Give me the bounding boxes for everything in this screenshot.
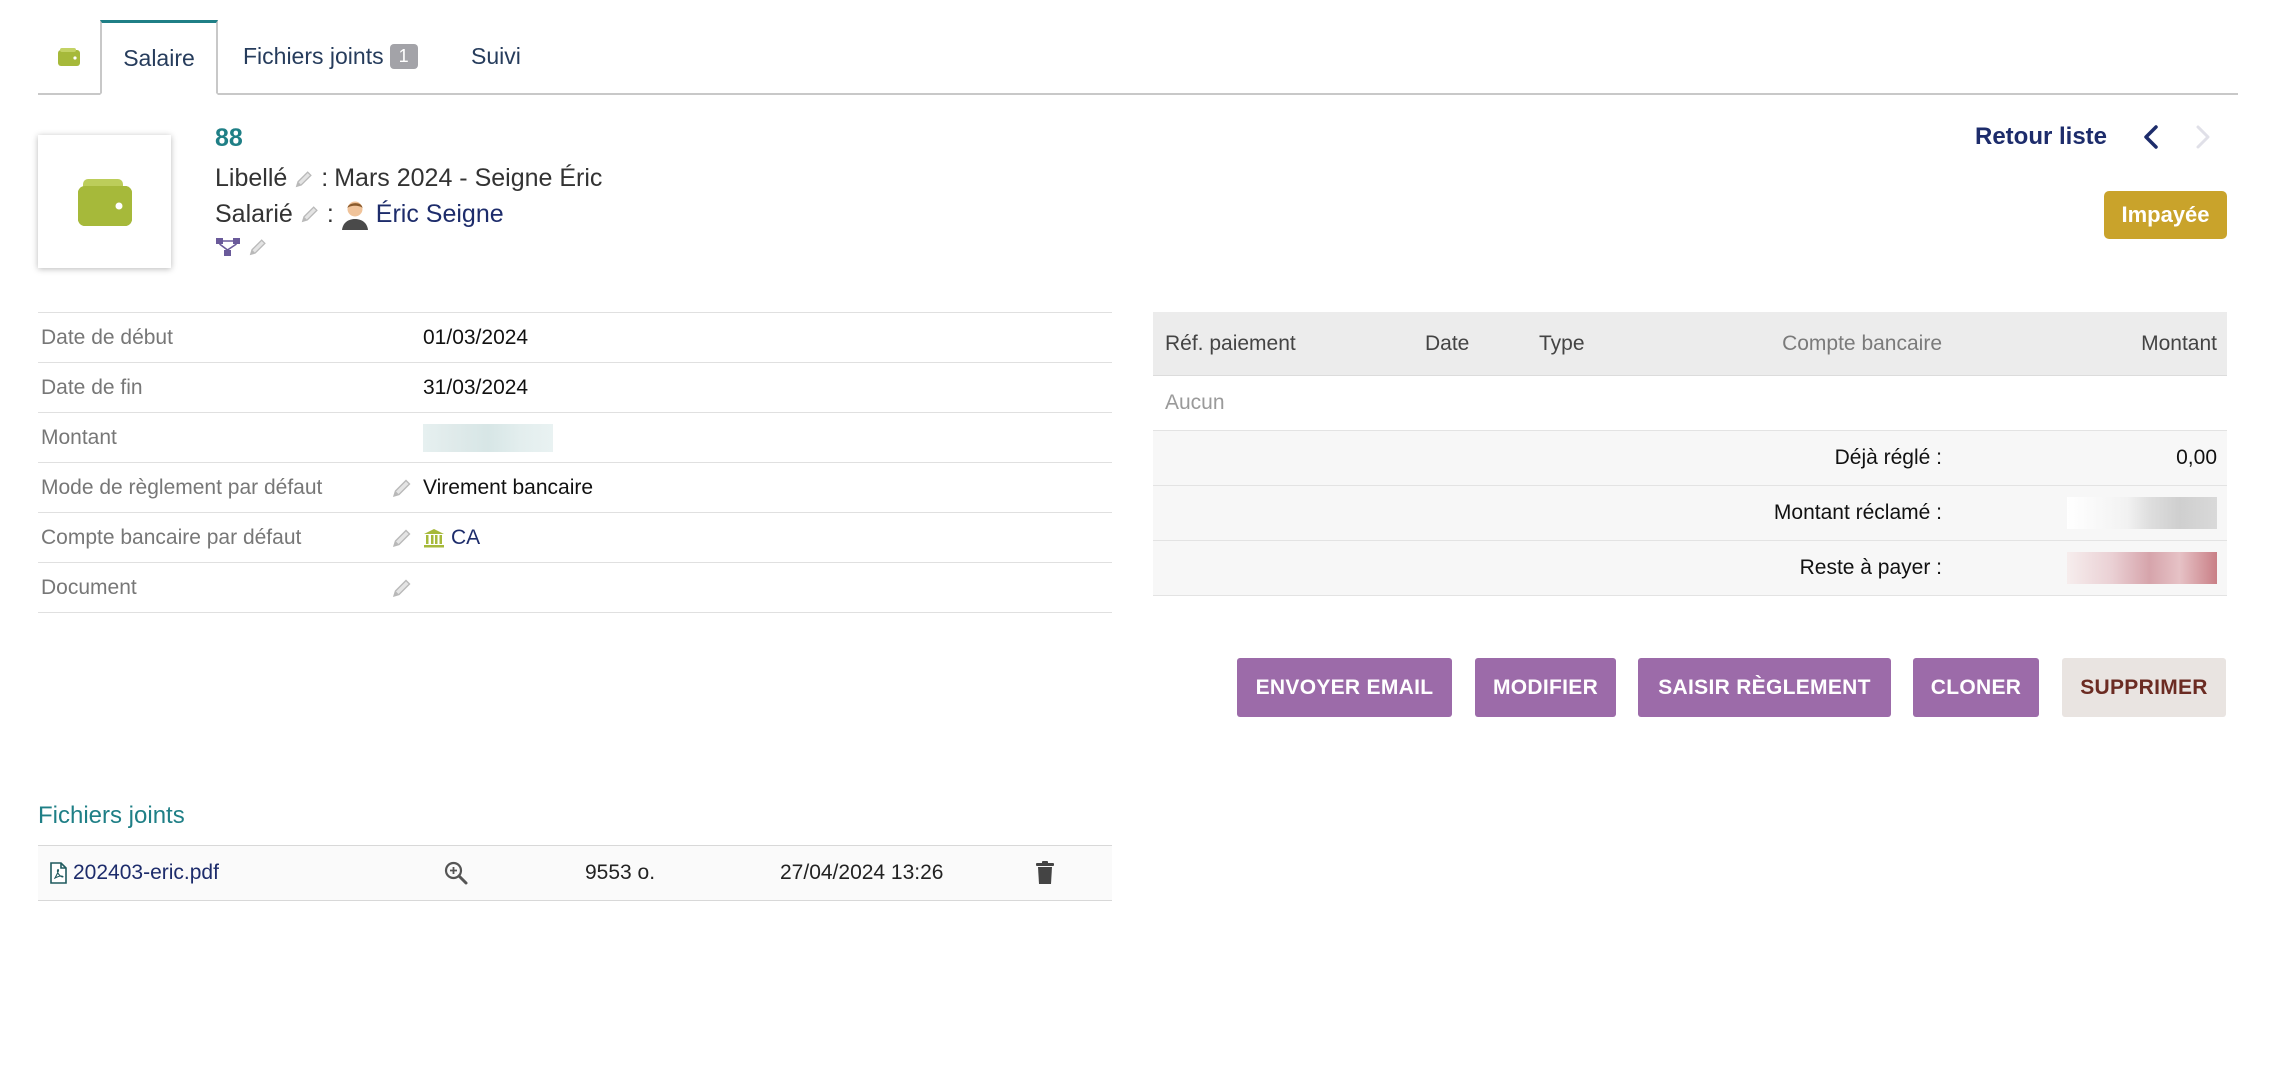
enter-payment-button[interactable]: SAISIR RÈGLEMENT [1638,658,1891,717]
bank-icon [424,528,444,547]
chevron-right-icon [2196,125,2210,149]
field-label: Document [41,575,137,599]
already-paid-row: Déjà réglé : 0,00 [1153,431,2227,486]
field-label: Mode de règlement par défaut [41,475,323,499]
tab-attachments[interactable]: Fichiers joints 1 [243,20,418,93]
already-paid-value: 0,00 [2176,446,2217,469]
attachment-date: 27/04/2024 13:26 [780,861,944,884]
employee-separator: : [326,199,334,228]
pencil-icon[interactable] [247,236,269,258]
chevron-left-icon[interactable] [2135,120,2169,154]
label-value: Mars 2024 - Seigne Éric [334,164,603,192]
claimed-amount-row: Montant réclamé : [1153,486,2227,541]
field-value-blurred [423,423,553,452]
payments-header: Réf. paiement Date Type Compte bancaire … [1153,312,2227,376]
tab-card-icon[interactable] [38,20,100,93]
field-label: Montant [41,425,117,449]
attachment-row: 202403-eric.pdf 9553 o. 27/04/2024 13:26 [38,845,1112,901]
employee-line: Salarié : Éric Seigne [215,198,504,230]
pencil-icon[interactable] [293,168,315,190]
salary-fields: Date de début 01/03/2024 Date de fin 31/… [38,312,1112,613]
field-label: Date de début [41,325,173,349]
zoom-icon[interactable] [443,860,469,886]
tab-attachments-label: Fichiers joints [243,43,384,69]
status-badge: Impayée [2104,191,2227,239]
tab-salary-label: Salaire [123,44,195,71]
attachment-file-name: 202403-eric.pdf [73,861,219,884]
field-row-amount: Montant [38,412,1112,462]
attachment-size: 9553 o. [585,861,656,884]
tab-bar: Salaire Fichiers joints 1 Suivi [38,20,2238,95]
hierarchy-line [215,236,269,258]
label-separator: : [321,164,329,192]
field-value-bank: CA [423,526,480,550]
field-row-end-date: Date de fin 31/03/2024 [38,362,1112,412]
tab-followup-label: Suivi [471,43,521,69]
send-email-button[interactable]: ENVOYER EMAIL [1237,658,1452,717]
delete-button[interactable]: SUPPRIMER [2062,658,2226,717]
col-bank-account: Compte bancaire [1782,331,1942,355]
pdf-file-icon [50,862,67,884]
modify-button[interactable]: MODIFIER [1475,658,1616,717]
already-paid-label: Déjà réglé : [1834,446,1942,469]
field-value: Virement bancaire [423,475,594,499]
remaining-row: Reste à payer : [1153,541,2227,596]
tab-followup[interactable]: Suivi [471,20,521,93]
label-line: Libellé : Mars 2024 - Seigne Éric [215,164,602,193]
bank-account-link[interactable]: CA [451,526,480,550]
field-value: 01/03/2024 [423,325,529,349]
employee-link[interactable]: Éric Seigne [376,200,504,229]
field-value: 31/03/2024 [423,375,529,399]
attachment-file[interactable]: 202403-eric.pdf [50,861,219,885]
field-row-payment-mode: Mode de règlement par défaut Virement ba… [38,462,1112,512]
field-label: Compte bancaire par défaut [41,525,302,549]
field-row-bank-account: Compte bancaire par défaut CA [38,512,1112,562]
back-to-list-link[interactable]: Retour liste [1975,123,2107,151]
payments-empty-text: Aucun [1165,391,1225,414]
pencil-icon[interactable] [390,526,414,550]
trash-icon[interactable] [1033,860,1057,886]
wallet-icon [77,178,132,226]
remaining-label: Reste à payer : [1799,556,1942,579]
attachments-title: Fichiers joints [38,802,185,829]
field-row-start-date: Date de début 01/03/2024 [38,312,1112,362]
hierarchy-icon[interactable] [215,236,241,258]
blurred-claimed-amount [2067,497,2217,529]
pencil-icon[interactable] [299,203,321,225]
payments-table: Réf. paiement Date Type Compte bancaire … [1153,312,2227,596]
record-ref: 88 [215,124,243,152]
field-label: Date de fin [41,375,143,399]
claimed-amount-label: Montant réclamé : [1773,501,1942,524]
pencil-icon[interactable] [390,576,414,600]
blurred-remaining-amount [2067,552,2217,584]
col-date: Date [1425,331,1470,355]
salary-thumbnail [38,135,171,268]
clone-button[interactable]: CLONER [1913,658,2039,717]
attachments-count-badge: 1 [389,44,418,69]
employee-key: Salarié [215,199,293,228]
col-payment-ref: Réf. paiement [1165,331,1296,355]
col-amount: Montant [2141,331,2217,355]
user-avatar-icon [341,201,368,230]
payments-empty-row: Aucun [1153,376,2227,431]
tab-salary[interactable]: Salaire [100,20,218,95]
pencil-icon[interactable] [390,476,414,500]
col-type: Type [1539,331,1585,355]
field-row-document: Document [38,562,1112,613]
blurred-amount [423,423,553,452]
label-key: Libellé [215,164,288,192]
wallet-icon [58,47,80,66]
